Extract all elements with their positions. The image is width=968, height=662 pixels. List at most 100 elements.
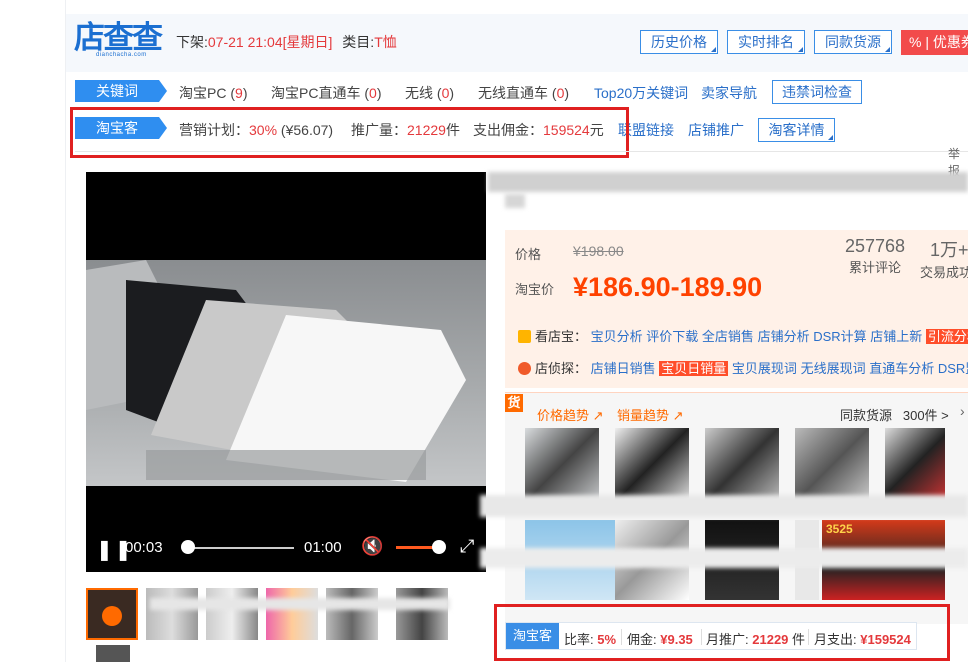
link-shop-sales[interactable]: 全店销售 — [702, 329, 754, 344]
blurred-overlay — [150, 598, 450, 610]
price-trend-link[interactable]: 价格趋势 ↗ — [537, 405, 604, 424]
video-controls: ❚❚ 00:03 01:00 🔇 ⤢ — [86, 522, 486, 572]
dianzhentan-icon — [518, 362, 531, 375]
history-price-button[interactable]: 历史价格 — [640, 30, 718, 54]
deals-stat: 1万+ 交易成功 — [920, 236, 968, 281]
source-thumbnail[interactable] — [705, 428, 779, 502]
deals-value: 1万+ — [930, 240, 968, 260]
deals-label: 交易成功 — [920, 265, 968, 280]
thumbnail-image[interactable] — [396, 588, 448, 640]
keyword-taobao-pc[interactable]: 淘宝PC (9) — [179, 83, 247, 103]
blurred-overlay — [480, 548, 968, 568]
thumbnail-image[interactable] — [146, 588, 198, 640]
keyword-tag: 关键词 — [75, 80, 167, 102]
kandianbao-icon — [518, 330, 531, 343]
video-frame — [86, 260, 486, 486]
reviews-label: 累计评论 — [848, 260, 901, 275]
thumbnail-image[interactable] — [206, 588, 258, 640]
keyword-wireless-ztc[interactable]: 无线直通车 (0) — [478, 83, 569, 103]
highlight-box-summary — [494, 604, 950, 661]
current-time: 00:03 — [125, 539, 163, 556]
product-title-blurred — [505, 194, 525, 208]
trend-up-icon: ↗ — [592, 408, 604, 423]
divider — [75, 151, 968, 152]
taobao-price-label: 淘宝价 — [515, 282, 555, 297]
link-traffic-analysis[interactable]: 引流分析 — [925, 329, 968, 344]
blurred-overlay — [480, 495, 968, 517]
link-item-analysis[interactable]: 宝贝分析 — [591, 329, 643, 344]
left-border — [65, 0, 66, 662]
dianchacha-logo[interactable]: 店查查 dianchacha.com — [74, 22, 166, 60]
same-source-count[interactable]: 同款货源 300件 > — [840, 405, 949, 424]
link-shop-daily-sales[interactable]: 店铺日销售 — [591, 361, 656, 376]
banned-words-check-button[interactable]: 违禁词检查 — [772, 80, 862, 104]
category-value: T恤 — [374, 34, 397, 50]
progress-knob[interactable] — [180, 540, 195, 554]
shelf-weekday: [星期日] — [282, 34, 333, 50]
product-video-player[interactable]: ❚❚ 00:03 01:00 🔇 ⤢ — [86, 172, 486, 572]
category-label: 类目: — [342, 34, 375, 50]
source-thumbnail[interactable] — [615, 428, 689, 502]
fullscreen-icon[interactable]: ⤢ — [460, 536, 474, 557]
product-title-blurred — [488, 172, 968, 192]
source-thumbnail[interactable] — [885, 428, 945, 502]
sales-trend-link[interactable]: 销量趋势 ↗ — [617, 405, 684, 424]
reviews-value: 257768 — [844, 236, 906, 256]
source-badge: 货 — [505, 394, 523, 412]
taoke-details-button[interactable]: 淘客详情 — [758, 118, 835, 142]
link-item-daily-sales[interactable]: 宝贝日销量 — [659, 361, 729, 376]
duration: 01:00 — [304, 539, 342, 556]
link-shop-new[interactable]: 店铺上新 — [870, 329, 922, 344]
link-ztc-analysis[interactable]: 直通车分析 — [869, 361, 934, 376]
keyword-count: 0 — [441, 85, 450, 101]
progress-track[interactable] — [182, 547, 294, 549]
keyword-label: 淘宝PC — [179, 85, 227, 101]
same-source-button[interactable]: 同款货源 — [814, 30, 892, 54]
seller-nav-link[interactable]: 卖家导航 — [701, 83, 757, 103]
kandianbao-label: 看店宝： — [535, 329, 588, 344]
tshirt-stack-image — [86, 260, 466, 482]
shop-promotion-link[interactable]: 店铺推广 — [688, 120, 744, 140]
link-review-download[interactable]: 评价下载 — [646, 329, 698, 344]
next-arrow-icon[interactable]: › — [960, 403, 965, 419]
link-shop-analysis[interactable]: 店铺分析 — [758, 329, 810, 344]
play-icon — [102, 606, 122, 626]
same-source-value: 300件 > — [902, 408, 949, 423]
keyword-count: 9 — [235, 85, 243, 101]
source-thumbnail[interactable] — [795, 428, 869, 502]
link-item-display-words[interactable]: 宝贝展现词 — [732, 361, 797, 376]
current-price: ¥186.90-189.90 — [573, 272, 763, 302]
price-label: 价格 — [515, 247, 542, 262]
dianchacha-plugin-page: 店查查 dianchacha.com 下架:07-21 21:04[星期日] 类… — [0, 0, 968, 662]
realtime-rank-button[interactable]: 实时排名 — [727, 30, 805, 54]
thumbnail-image[interactable] — [326, 588, 378, 640]
volume-knob[interactable] — [431, 540, 446, 554]
thumbnail-image[interactable] — [96, 645, 130, 662]
shelf-label: 下架: — [176, 34, 208, 50]
top20-keywords-link[interactable]: Top20万关键词 — [594, 83, 688, 103]
link-wireless-words[interactable]: 无线展现词 — [801, 361, 866, 376]
kandianbao-row: 看店宝： 宝贝分析 评价下载 全店销售 店铺分析 DSR计算 店铺上新 引流分析 — [518, 326, 968, 345]
keyword-label: 淘宝PC直通车 — [271, 85, 361, 101]
keyword-taobao-pc-ztc[interactable]: 淘宝PC直通车 (0) — [271, 83, 381, 103]
reviews-stat: 257768 累计评论 — [840, 236, 910, 276]
thumbnail-image[interactable] — [266, 588, 318, 640]
logo-text: 店查查 — [74, 20, 163, 56]
blurred-overlay — [146, 450, 426, 480]
coupon-button[interactable]: % | 优惠券 — [901, 30, 968, 55]
keyword-count: 0 — [369, 85, 377, 101]
shelf-info: 下架:07-21 21:04[星期日] 类目:T恤 — [176, 32, 397, 52]
dianzhentan-label: 店侦探： — [535, 361, 588, 376]
source-thumbnail[interactable] — [525, 428, 599, 502]
keyword-wireless[interactable]: 无线 (0) — [405, 83, 454, 103]
price-trend-label: 价格趋势 — [537, 408, 590, 423]
link-dsr-monitor[interactable]: DSR监控 — [938, 361, 968, 376]
mute-icon[interactable]: 🔇 — [361, 536, 383, 557]
link-dsr-calc[interactable]: DSR计算 — [813, 329, 866, 344]
same-source-label: 同款货源 — [840, 408, 893, 423]
keyword-label: 无线 — [405, 85, 433, 101]
thumbnail-video[interactable] — [86, 588, 138, 640]
keyword-label: 无线直通车 — [478, 85, 548, 101]
shelf-time: 07-21 21:04 — [207, 34, 283, 50]
original-price: ¥198.00 — [573, 243, 624, 259]
